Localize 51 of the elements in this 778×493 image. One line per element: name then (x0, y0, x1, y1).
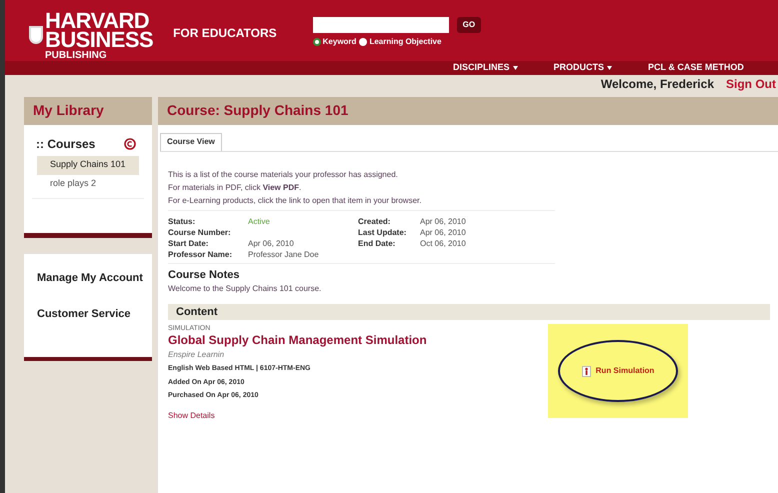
detail-label: Professor Name: (168, 248, 234, 260)
logo-text: HARVARD (45, 10, 150, 32)
go-button[interactable]: GO (456, 17, 482, 33)
item-title[interactable]: Global Supply Chain Management Simulation (168, 333, 548, 347)
course-item[interactable]: role plays 2 (37, 174, 139, 194)
content-header: Content (168, 304, 770, 320)
intro-text: For materials in PDF, click View PDF. (168, 182, 302, 194)
sidebar-link[interactable]: Customer Service (24, 290, 152, 326)
radio-button[interactable] (359, 38, 368, 46)
course-header: Course: Supply Chains 101 (158, 96, 778, 124)
intro-text: For e-Learning products, click the link to open that item in your browser. (168, 194, 422, 206)
caret-icon (512, 66, 518, 70)
detail-label: Start Date: (168, 238, 210, 248)
logo-text: PUBLISHING (45, 51, 108, 61)
detail-value: Oct 06, 2010 (420, 238, 467, 248)
sidebar-link[interactable]: Manage My Account (24, 254, 152, 290)
logo-text: BUSINESS (45, 29, 154, 51)
notes-text: Welcome to the Supply Chains 101 course. (168, 283, 322, 295)
tagline: FOR EDUCATORS (173, 25, 277, 42)
person-icon (582, 366, 591, 376)
item-vendor: Enspire Learnin (168, 349, 226, 361)
sidebar-header: My Library (24, 96, 152, 124)
nav-link[interactable]: DISCIPLINES (453, 61, 518, 74)
detail-label: Last Update: (358, 226, 408, 238)
tab[interactable]: Course View (160, 132, 222, 150)
courses-heading: :: Courses (36, 136, 96, 152)
radio-button[interactable] (312, 38, 321, 46)
nav-link[interactable]: PRODUCTS (554, 61, 612, 74)
copyright-icon (124, 138, 136, 150)
detail-value: Professor Jane Doe (248, 248, 320, 260)
radio-label: Keyword (322, 36, 356, 48)
detail-value: Apr 06, 2010 (248, 238, 295, 248)
show-details-link[interactable]: Show Details (168, 410, 548, 422)
search-field[interactable] (312, 17, 449, 33)
nav-link[interactable]: PCL & CASE METHOD (648, 61, 744, 74)
detail-label: End Date: (358, 238, 396, 248)
detail-value: Active (248, 216, 271, 226)
caret-icon (607, 66, 612, 70)
run-simulation-button[interactable]: Run Simulation (558, 340, 678, 402)
detail-value: Apr 06, 2010 (420, 216, 467, 226)
detail-value: Apr 06, 2010 (420, 226, 467, 238)
notes-heading: Course Notes (168, 268, 241, 282)
detail-label: Status: (168, 216, 196, 226)
course-item[interactable]: Supply Chains 101 (37, 156, 139, 174)
shield-icon (29, 26, 43, 44)
sign-out-link[interactable]: Sign Out (726, 74, 776, 92)
detail-label: Created: (358, 216, 392, 226)
intro-text: This is a list of the course materials your professor has assigned. (168, 168, 399, 180)
detail-label: Course Number: (168, 226, 232, 238)
welcome-text: Welcome, Frederick (600, 76, 714, 92)
radio-label: Learning Objective (369, 36, 442, 48)
